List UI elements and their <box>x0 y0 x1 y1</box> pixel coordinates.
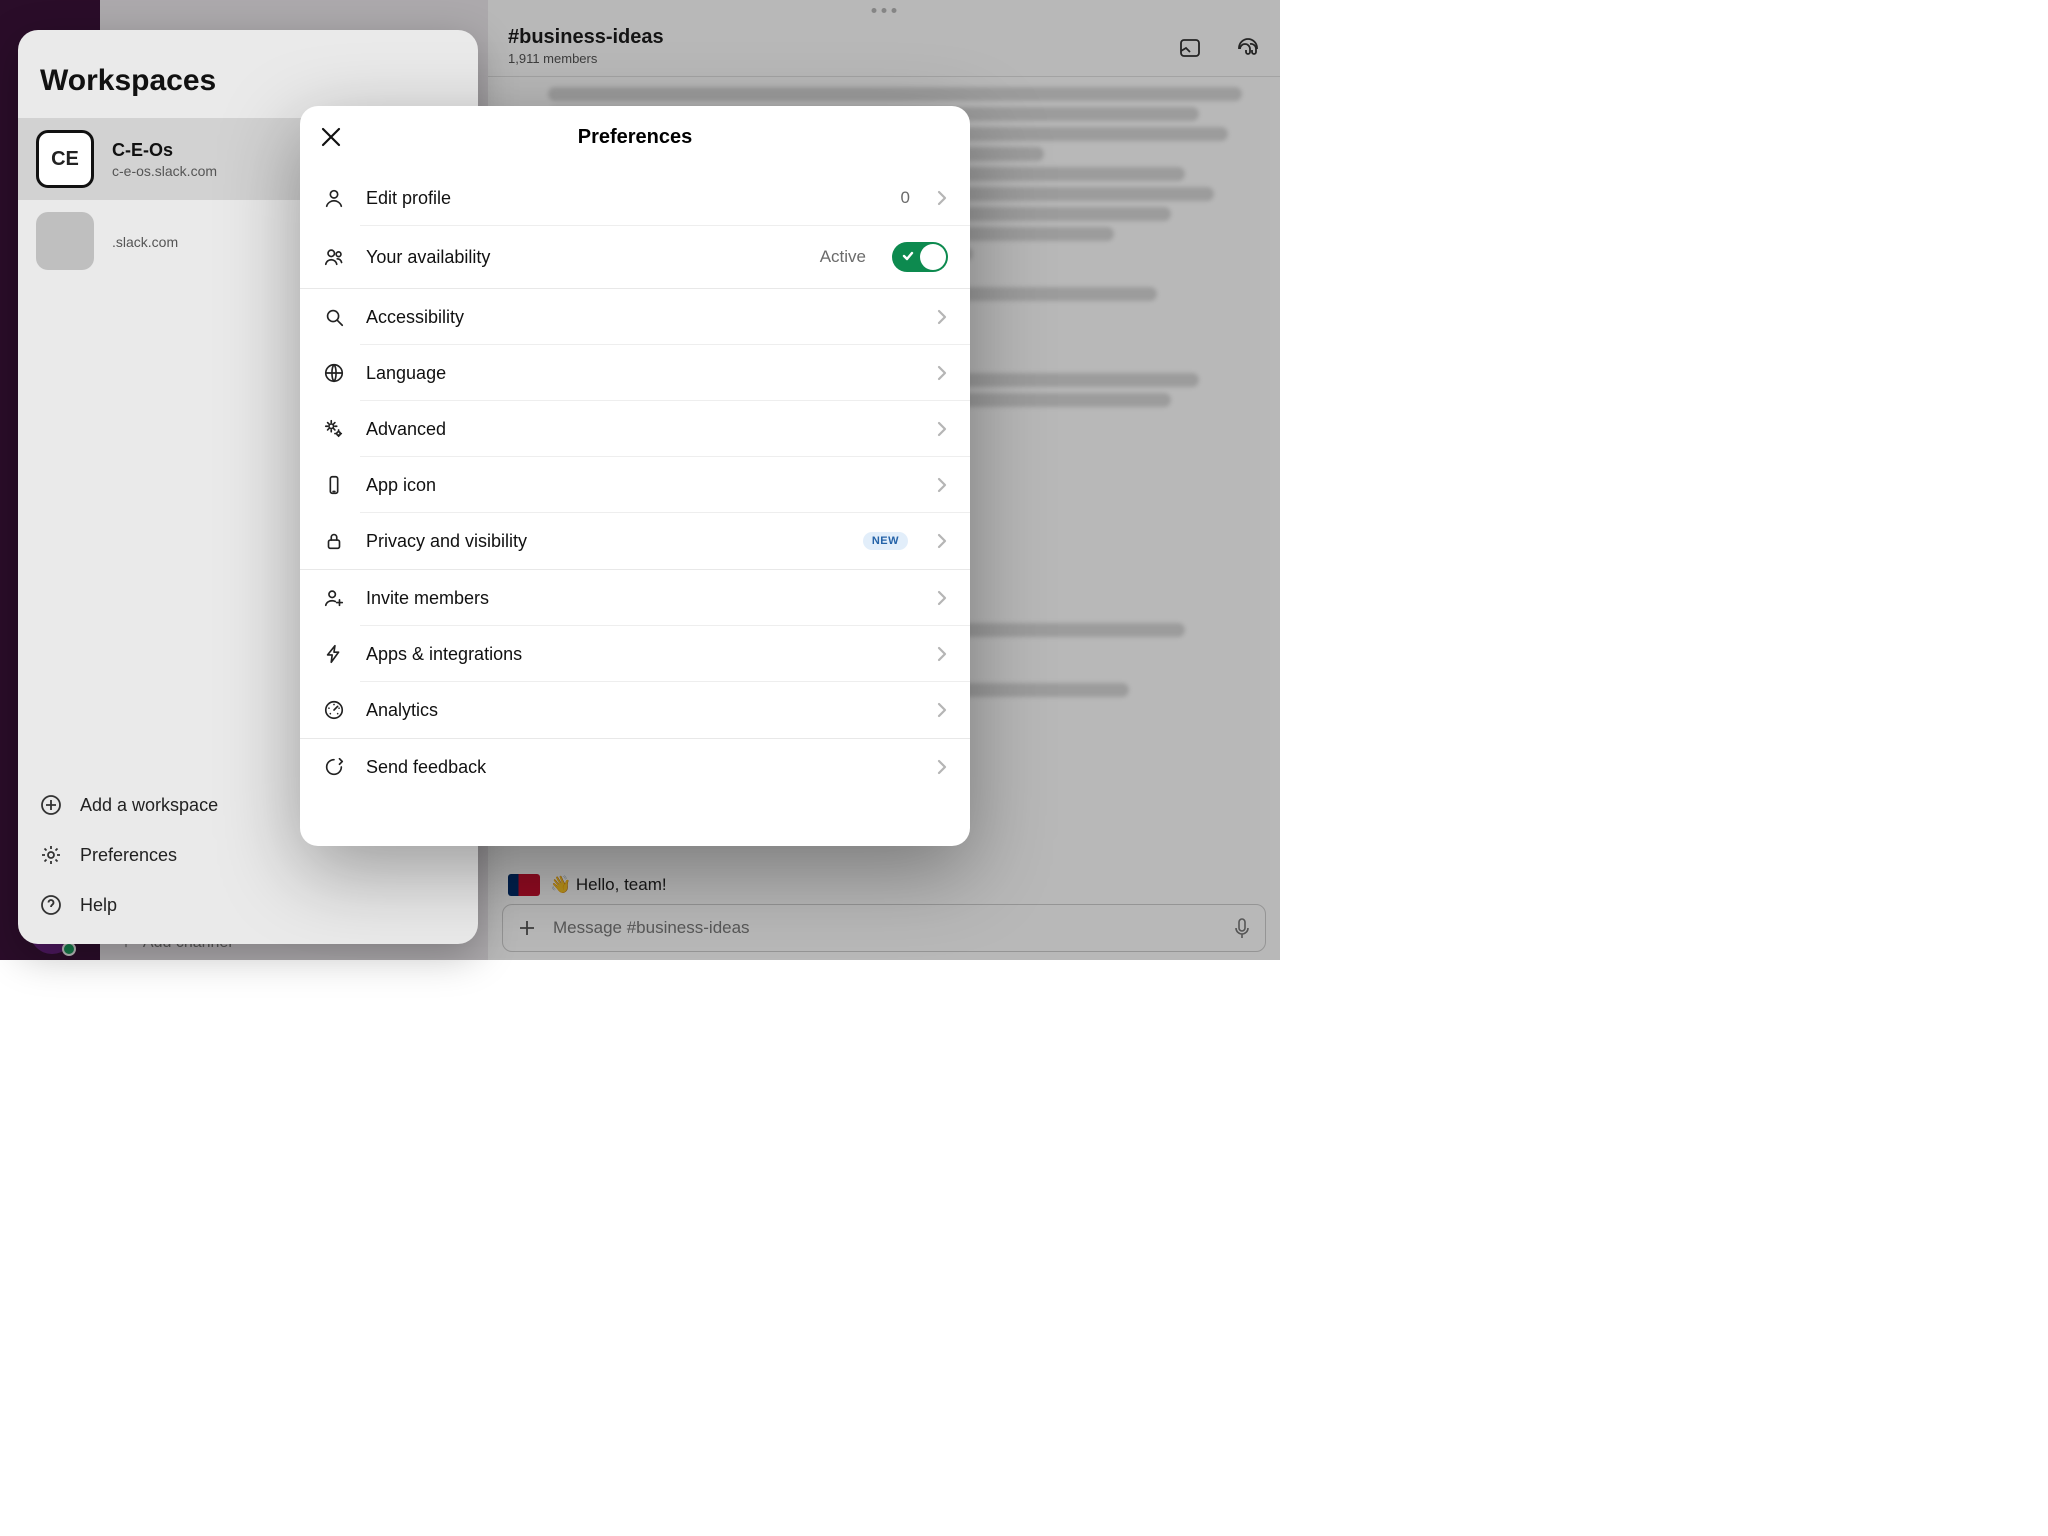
pref-label: Privacy and visibility <box>366 531 843 552</box>
modal-title: Preferences <box>578 126 693 149</box>
availability-toggle[interactable] <box>892 242 948 272</box>
workspace-icon: CE <box>36 130 94 188</box>
workspace-name: C-E-Os <box>112 140 217 161</box>
lock-icon <box>322 529 346 553</box>
chevron-right-icon <box>936 532 948 550</box>
gauge-icon <box>322 698 346 722</box>
pref-aux: Active <box>820 247 866 267</box>
help-icon <box>40 894 62 916</box>
pref-label: Advanced <box>366 419 916 440</box>
pref-label: Edit profile <box>366 188 881 209</box>
chevron-right-icon <box>936 701 948 719</box>
pref-edit-profile[interactable]: Edit profile 0 <box>300 170 970 226</box>
pref-analytics[interactable]: Analytics <box>300 682 970 738</box>
pref-advanced[interactable]: Advanced <box>300 401 970 457</box>
chevron-right-icon <box>936 758 948 776</box>
gear-icon <box>40 844 62 866</box>
globe-icon <box>322 361 346 385</box>
workspaces-title: Workspaces <box>18 30 478 118</box>
chevron-right-icon <box>936 308 948 326</box>
pref-label: Language <box>366 363 916 384</box>
chevron-right-icon <box>936 364 948 382</box>
gears-icon <box>322 417 346 441</box>
help-button[interactable]: Help <box>18 880 478 930</box>
pref-send-feedback[interactable]: Send feedback <box>300 739 970 795</box>
workspace-url: c-e-os.slack.com <box>112 163 217 179</box>
pref-label: Invite members <box>366 588 916 609</box>
invite-icon <box>322 586 346 610</box>
plus-circle-icon <box>40 794 62 816</box>
person-icon <box>322 186 346 210</box>
chevron-right-icon <box>936 645 948 663</box>
new-badge: NEW <box>863 532 908 550</box>
pref-app-icon[interactable]: App icon <box>300 457 970 513</box>
chevron-right-icon <box>936 476 948 494</box>
pref-language[interactable]: Language <box>300 345 970 401</box>
chevron-right-icon <box>936 189 948 207</box>
pref-label: Your availability <box>366 247 800 268</box>
search-icon <box>322 305 346 329</box>
people-icon <box>322 245 346 269</box>
pref-label: Accessibility <box>366 307 916 328</box>
pref-label: App icon <box>366 475 916 496</box>
phone-icon <box>322 473 346 497</box>
bolt-icon <box>322 642 346 666</box>
pref-invite-members[interactable]: Invite members <box>300 570 970 626</box>
chevron-right-icon <box>936 420 948 438</box>
pref-aux: 0 <box>901 188 910 208</box>
pref-label: Analytics <box>366 700 916 721</box>
pref-accessibility[interactable]: Accessibility <box>300 289 970 345</box>
workspace-icon <box>36 212 94 270</box>
preferences-modal: Preferences Edit profile 0 Your availabili… <box>300 106 970 846</box>
pref-your-availability[interactable]: Your availability Active <box>300 226 970 288</box>
pref-privacy-and-visibility[interactable]: Privacy and visibility NEW <box>300 513 970 569</box>
pref-label: Send feedback <box>366 757 916 778</box>
chevron-right-icon <box>936 589 948 607</box>
workspace-url: .slack.com <box>112 234 178 250</box>
feedback-icon <box>322 755 346 779</box>
pref-label: Apps & integrations <box>366 644 916 665</box>
pref-apps-integrations[interactable]: Apps & integrations <box>300 626 970 682</box>
close-icon[interactable] <box>318 124 346 152</box>
